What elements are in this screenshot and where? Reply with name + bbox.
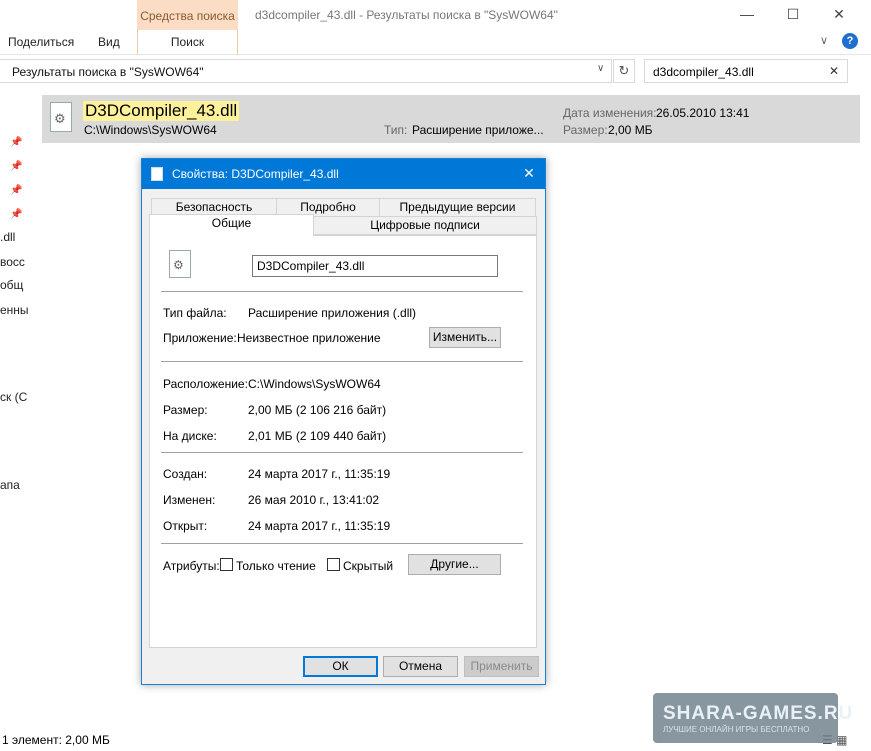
created-value: 24 марта 2017 г., 11:35:19 [248,467,391,481]
result-type-label: Тип: [384,123,408,137]
tab-search[interactable]: Поиск [137,30,238,55]
nav-item[interactable]: .dll [0,230,15,244]
opened-value: 24 марта 2017 г., 11:35:19 [248,519,391,533]
ok-button[interactable]: ОК [303,656,378,677]
other-attributes-button[interactable]: Другие... [408,554,501,575]
watermark-logo: SHARA-GAMES.RU ЛУЧШИЕ ОНЛАЙН ИГРЫ БЕСПЛА… [653,693,852,743]
address-bar[interactable]: Результаты поиска в "SysWOW64" ∨ [0,59,612,83]
separator [161,543,523,544]
dialog-titlebar[interactable]: Свойства: D3DCompiler_43.dll ✕ [142,159,545,189]
tab-previous-versions[interactable]: Предыдущие версии [379,198,536,217]
dll-file-icon [50,102,72,132]
on-disk-value: 2,01 МБ (2 109 440 байт) [248,429,387,443]
result-path: C:\Windows\SysWOW64 [84,123,217,137]
hidden-checkbox[interactable] [327,558,340,571]
filename-input[interactable] [252,255,498,277]
apply-button[interactable]: Применить [464,656,539,677]
dialog-title: Свойства: D3DCompiler_43.dll [172,167,339,181]
result-date-value: 26.05.2010 13:41 [656,106,750,120]
search-result-row[interactable]: D3DCompiler_43.dll C:\Windows\SysWOW64 Т… [42,95,860,143]
separator [161,291,523,292]
created-label: Создан: [163,467,208,481]
general-tab-panel: Тип файла: Расширение приложения (.dll) … [149,235,537,648]
nav-item[interactable]: восс [0,255,25,269]
tab-view[interactable]: Вид [98,35,120,49]
address-dropdown-icon[interactable]: ∨ [597,63,604,74]
separator [161,452,523,453]
nav-item[interactable]: апа [0,478,20,492]
location-value: C:\Windows\SysWOW64 [248,377,381,391]
close-button[interactable]: ✕ [816,0,862,30]
explorer-titlebar: Средства поиска d3dcompiler_43.dll - Рез… [0,0,871,30]
modified-value: 26 мая 2010 г., 13:41:02 [248,493,380,507]
search-value: d3dcompiler_43.dll [653,65,754,79]
pin-icon: 📌 [10,161,23,172]
nav-item[interactable]: общ [0,278,23,292]
readonly-label[interactable]: Только чтение [236,559,316,573]
result-file-name: D3DCompiler_43.dll [83,101,240,121]
tab-general[interactable]: Общие [149,214,314,236]
tab-share[interactable]: Поделиться [8,35,74,49]
nav-item[interactable]: ск (С [0,390,27,404]
pin-icon: 📌 [10,137,23,148]
dialog-close-icon[interactable]: ✕ [513,159,545,189]
result-size-label: Размер: [563,123,608,137]
on-disk-label: На диске: [163,429,217,443]
minimize-button[interactable]: — [724,0,770,30]
result-date-label: Дата изменения: [563,106,657,120]
search-input[interactable]: d3dcompiler_43.dll ✕ [644,59,848,83]
status-text: 1 элемент: 2,00 МБ [2,733,110,747]
nav-item[interactable]: енны [0,303,29,317]
application-value: Неизвестное приложение [237,331,381,345]
help-icon[interactable]: ? [842,33,858,49]
result-size-value: 2,00 МБ [608,123,653,137]
pin-icon: 📌 [10,209,23,220]
hidden-label[interactable]: Скрытый [343,559,393,573]
readonly-checkbox[interactable] [220,558,233,571]
ribbon-tabs: Поделиться Вид Поиск ∨ ? [0,30,871,55]
size-label: Размер: [163,403,208,417]
navigation-pane: 📌 📌 📌 📌 .dll восс общ енны ск (С апа [0,90,30,730]
result-type-value: Расширение приложе... [412,123,544,137]
cancel-button[interactable]: Отмена [383,656,458,677]
file-type-label: Тип файла: [163,306,227,320]
application-label: Приложение: [163,331,237,345]
attributes-label: Атрибуты: [163,559,220,573]
window-title: d3dcompiler_43.dll - Результаты поиска в… [255,8,558,22]
tab-digital-signatures[interactable]: Цифровые подписи [313,216,537,235]
refresh-icon[interactable]: ↻ [613,59,635,83]
modified-label: Изменен: [163,493,216,507]
size-value: 2,00 МБ (2 106 216 байт) [248,403,387,417]
file-properties-icon [151,167,163,181]
clear-search-icon[interactable]: ✕ [829,64,839,78]
ribbon-expand-icon[interactable]: ∨ [820,34,828,47]
watermark-subtext: ЛУЧШИЕ ОНЛАЙН ИГРЫ БЕСПЛАТНО [663,725,810,734]
location-label: Расположение: [163,377,248,391]
opened-label: Открыт: [163,519,208,533]
separator [161,361,523,362]
dll-file-icon [169,250,191,278]
watermark-text: SHARA-GAMES.RU [663,703,854,724]
maximize-button[interactable]: ☐ [770,0,816,30]
file-type-value: Расширение приложения (.dll) [248,306,417,320]
pin-icon: 📌 [10,185,23,196]
address-text: Результаты поиска в "SysWOW64" [12,65,204,79]
context-tab-search-tools: Средства поиска [137,0,238,30]
change-button[interactable]: Изменить... [429,327,501,348]
properties-dialog: Свойства: D3DCompiler_43.dll ✕ Безопасно… [141,158,546,685]
